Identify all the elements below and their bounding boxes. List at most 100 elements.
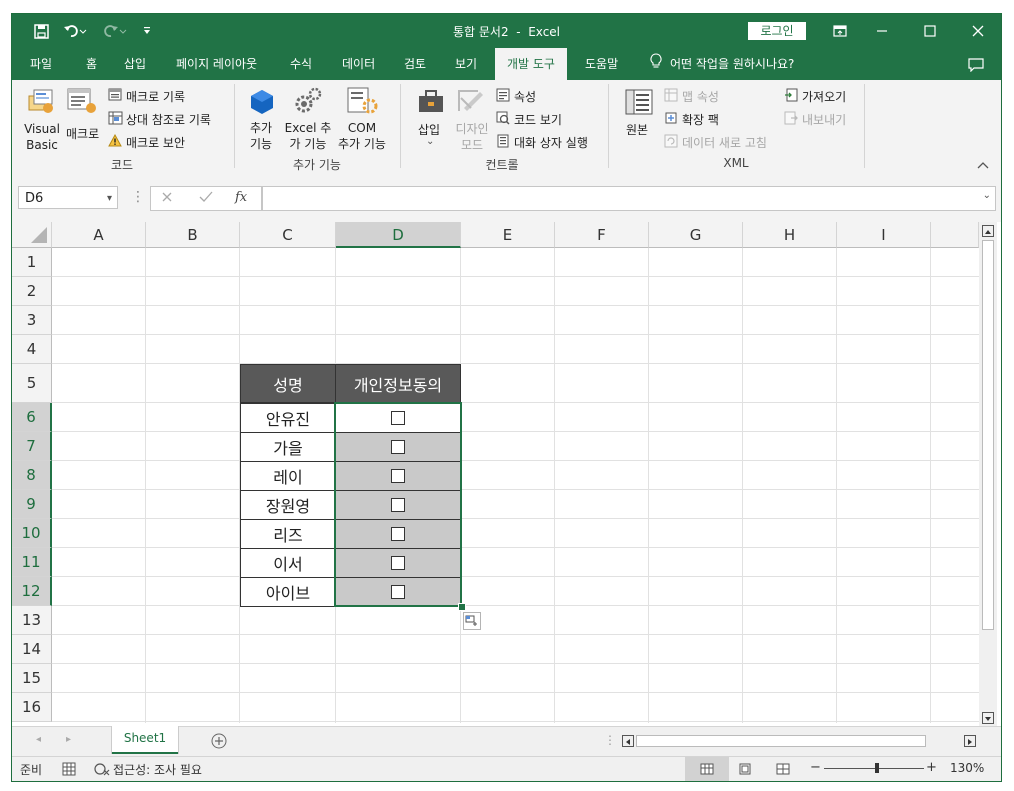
add-sheet-icon[interactable] (211, 733, 227, 752)
row-header-selected[interactable]: 8 (12, 461, 52, 490)
export-button[interactable]: 내보내기 (802, 111, 846, 128)
zoom-level[interactable]: 130% (950, 761, 984, 775)
row-header-selected[interactable]: 9 (12, 490, 52, 519)
consent-cell[interactable] (335, 519, 461, 549)
name-cell[interactable]: 가을 (240, 432, 336, 462)
row-header[interactable]: 15 (12, 664, 52, 693)
consent-cell[interactable] (335, 432, 461, 462)
scroll-right-icon[interactable] (964, 735, 976, 747)
consent-cell[interactable] (335, 577, 461, 607)
macro-button[interactable]: 매크로 (66, 125, 99, 142)
tell-me-search[interactable]: 어떤 작업을 원하시나요? (650, 48, 794, 80)
accessibility-status[interactable]: 접근성: 조사 필요 (113, 761, 202, 778)
column-header[interactable]: B (146, 222, 240, 248)
design-mode-button[interactable]: 디자인 모드 (452, 121, 492, 153)
zoom-in-button[interactable]: + (926, 760, 937, 775)
page-layout-view-icon[interactable] (738, 763, 752, 778)
zoom-slider-thumb[interactable] (875, 763, 879, 773)
name-cell[interactable]: 레이 (240, 461, 336, 491)
consent-cell[interactable] (335, 548, 461, 578)
row-header[interactable]: 1 (12, 248, 52, 277)
vertical-scrollbar[interactable] (979, 222, 997, 729)
column-header[interactable]: I (837, 222, 931, 248)
table-header-name[interactable]: 성명 (240, 364, 336, 403)
row-header[interactable]: 3 (12, 306, 52, 335)
minimize-icon[interactable] (872, 21, 892, 41)
row-header-selected[interactable]: 6 (12, 403, 52, 432)
properties-button[interactable]: 속성 (514, 88, 536, 105)
consent-checkbox[interactable] (391, 527, 405, 541)
view-code-button[interactable]: 코드 보기 (514, 111, 562, 128)
tab-help[interactable]: 도움말 (585, 48, 618, 80)
tab-view[interactable]: 보기 (455, 48, 477, 80)
scroll-left-icon[interactable] (622, 735, 634, 747)
column-header[interactable]: A (52, 222, 146, 248)
row-header-selected[interactable]: 7 (12, 432, 52, 461)
formula-input[interactable]: ⌄ (262, 186, 996, 211)
zoom-slider[interactable] (824, 768, 924, 769)
record-macro-button[interactable]: 매크로 기록 (126, 88, 185, 105)
consent-checkbox[interactable] (391, 469, 405, 483)
row-header[interactable]: 4 (12, 335, 52, 364)
select-all-corner[interactable] (12, 222, 52, 248)
cancel-icon[interactable] (161, 191, 173, 206)
import-button[interactable]: 가져오기 (802, 88, 846, 105)
enter-icon[interactable] (199, 191, 213, 206)
previous-sheet-icon[interactable]: ◂ (36, 734, 41, 745)
accessibility-icon[interactable] (94, 762, 110, 779)
row-header-selected[interactable]: 10 (12, 519, 52, 548)
normal-view-button[interactable] (685, 757, 729, 781)
addins-button[interactable]: 추가 기능 (246, 120, 276, 152)
tab-formulas[interactable]: 수식 (290, 48, 312, 80)
login-button[interactable]: 로그인 (748, 22, 806, 40)
row-header[interactable]: 13 (12, 606, 52, 635)
scroll-up-icon[interactable] (982, 225, 994, 237)
consent-checkbox[interactable] (391, 411, 405, 425)
fill-handle[interactable] (458, 603, 466, 611)
maximize-icon[interactable] (920, 21, 940, 41)
tab-insert[interactable]: 삽입 (124, 48, 146, 80)
column-header[interactable]: C (240, 222, 336, 248)
column-header-partial[interactable] (931, 222, 979, 248)
column-header-selected[interactable]: D (336, 222, 461, 248)
com-addins-button[interactable]: COM 추가 기능 (334, 120, 390, 152)
worksheet-grid[interactable]: A B C D E F G H I 1 2 3 4 5 6 7 8 9 10 1… (12, 222, 979, 723)
name-cell[interactable]: 이서 (240, 548, 336, 578)
consent-checkbox[interactable] (391, 556, 405, 570)
chevron-down-icon[interactable]: ▾ (107, 187, 112, 210)
row-header-selected[interactable]: 11 (12, 548, 52, 577)
name-cell[interactable]: 장원영 (240, 490, 336, 520)
comments-icon[interactable] (968, 48, 984, 80)
insert-function-button[interactable]: fx (235, 190, 247, 205)
consent-checkbox[interactable] (391, 585, 405, 599)
consent-checkbox[interactable] (391, 498, 405, 512)
xml-source-button[interactable]: 원본 (626, 121, 648, 138)
sheet-tab[interactable]: Sheet1 (112, 726, 178, 754)
tab-developer[interactable]: 개발 도구 (495, 48, 567, 80)
tab-data[interactable]: 데이터 (342, 48, 375, 80)
name-cell[interactable]: 리즈 (240, 519, 336, 549)
column-header[interactable]: H (743, 222, 837, 248)
row-header[interactable]: 16 (12, 693, 52, 722)
refresh-data-button[interactable]: 데이터 새로 고침 (682, 134, 767, 151)
macro-security-button[interactable]: 매크로 보안 (126, 134, 185, 151)
row-header[interactable]: 2 (12, 277, 52, 306)
tab-page-layout[interactable]: 페이지 레이아웃 (176, 48, 257, 80)
quick-analysis-icon[interactable] (463, 612, 481, 633)
close-icon[interactable] (968, 21, 988, 41)
consent-checkbox[interactable] (391, 440, 405, 454)
scroll-thumb[interactable] (982, 240, 994, 630)
consent-cell[interactable] (335, 403, 461, 433)
column-header[interactable]: F (555, 222, 649, 248)
next-sheet-icon[interactable]: ▸ (66, 734, 71, 745)
row-header[interactable]: 14 (12, 635, 52, 664)
relative-reference-button[interactable]: 상대 참조로 기록 (126, 111, 211, 128)
visual-basic-button[interactable]: Visual Basic (24, 121, 60, 153)
tab-splitter-icon[interactable]: ⋮ (604, 733, 616, 747)
map-properties-button[interactable]: 맵 속성 (682, 88, 719, 105)
tab-file[interactable]: 파일 (30, 48, 52, 80)
expand-formula-bar-icon[interactable]: ⌄ (983, 190, 991, 201)
run-dialog-button[interactable]: 대화 상자 실행 (514, 134, 588, 151)
row-header[interactable]: 5 (12, 364, 52, 403)
table-header-consent[interactable]: 개인정보동의 (335, 364, 461, 403)
